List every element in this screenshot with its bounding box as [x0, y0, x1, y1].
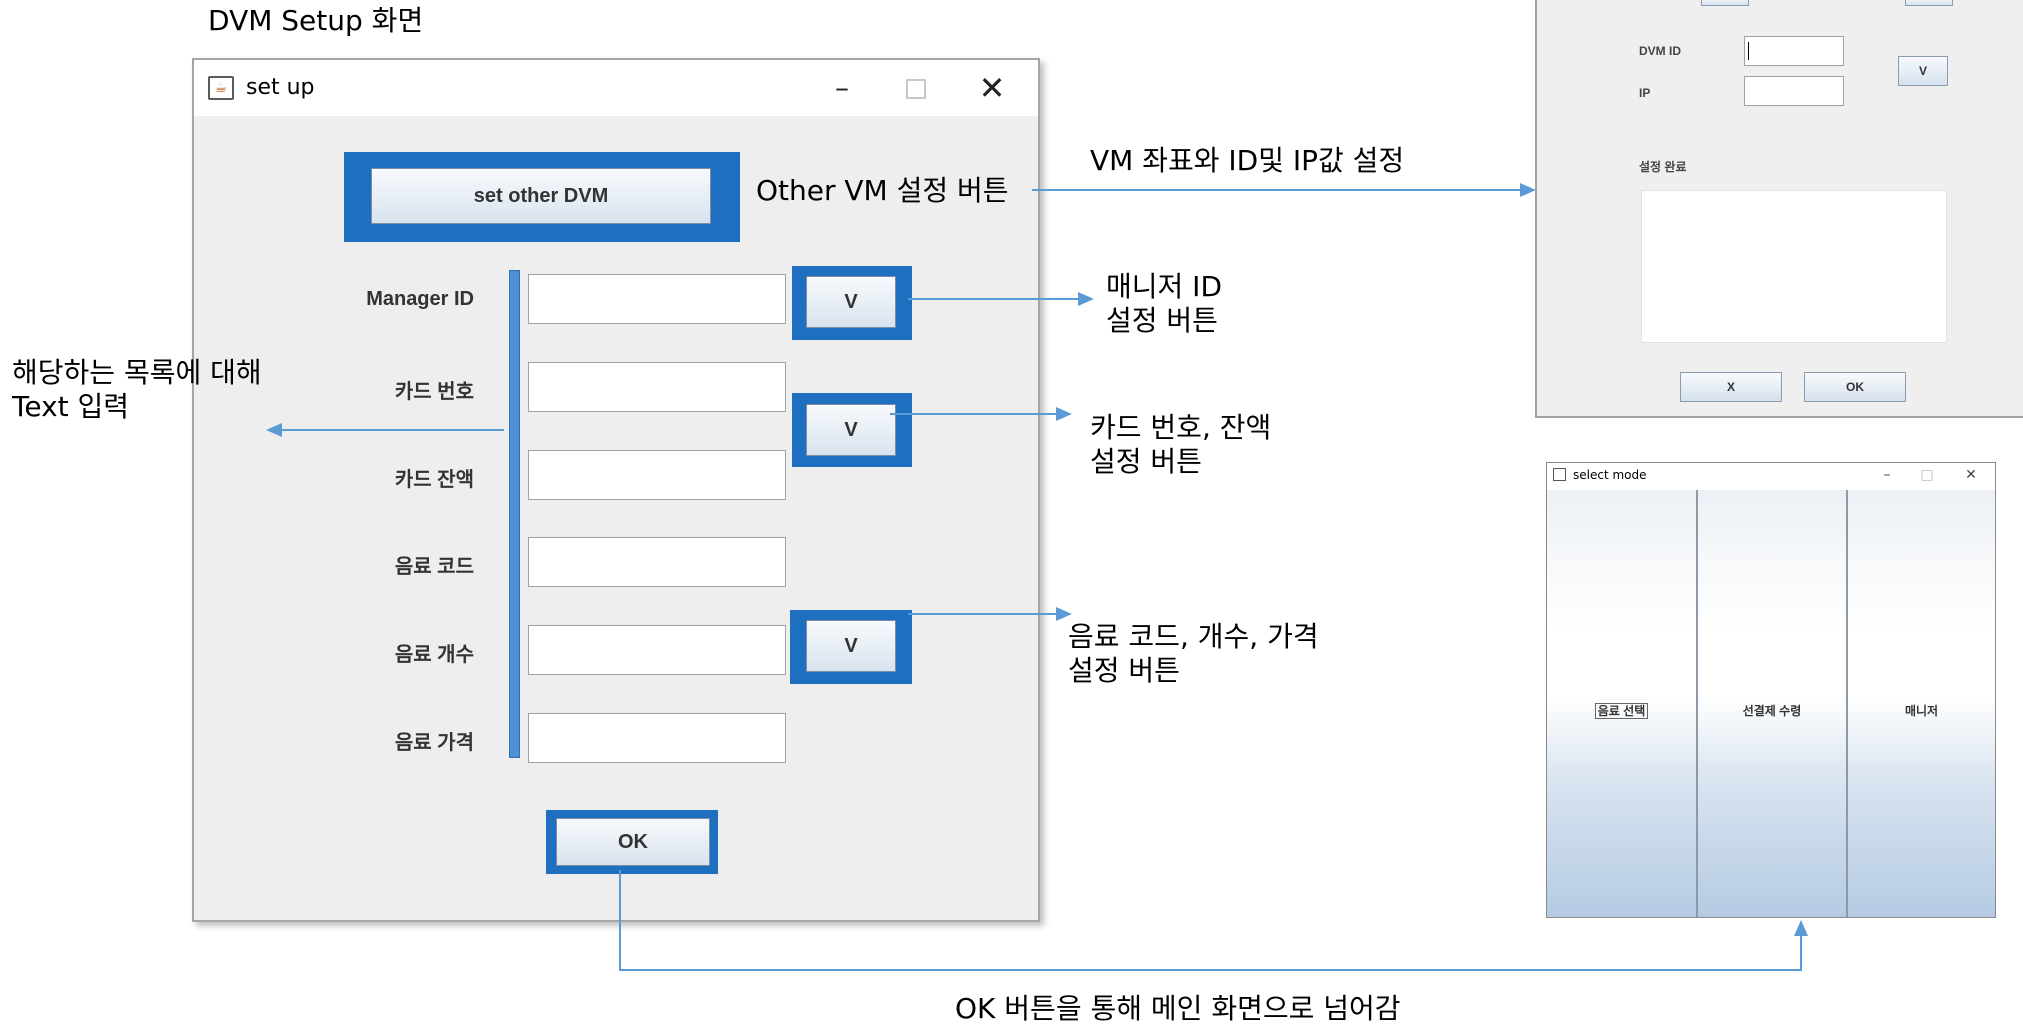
arrow-ok-next [619, 870, 1802, 971]
arrowhead-icon [1520, 183, 1536, 197]
arrowhead-icon [1794, 920, 1808, 936]
annotation-arrows [266, 183, 1808, 971]
arrowhead-icon [1056, 407, 1072, 421]
arrowhead-icon [1078, 292, 1094, 306]
arrowhead-icon [1056, 607, 1072, 621]
arrowhead-icon [266, 423, 282, 437]
